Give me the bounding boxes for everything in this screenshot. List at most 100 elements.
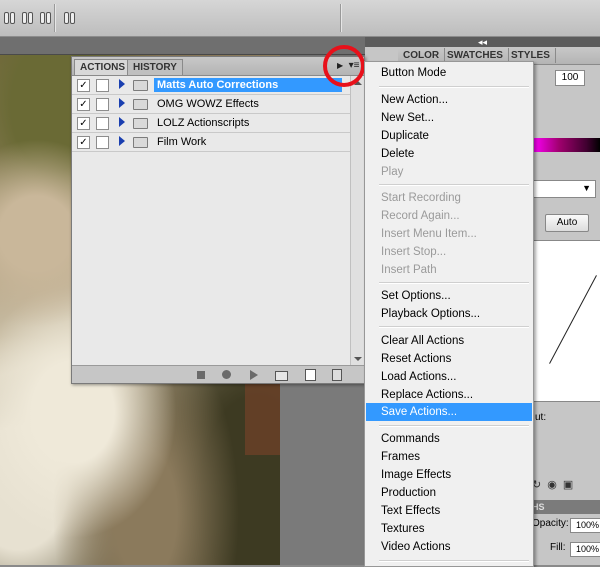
expand-triangle-icon[interactable] bbox=[119, 79, 125, 89]
dialog-toggle[interactable] bbox=[96, 79, 109, 92]
menu-item-reset-actions[interactable]: Reset Actions bbox=[366, 350, 532, 368]
toolbar-divider bbox=[54, 4, 56, 32]
curve-line[interactable] bbox=[549, 275, 597, 364]
opacity-field[interactable]: 100% bbox=[570, 518, 600, 533]
tab-actions[interactable]: ACTIONS bbox=[74, 59, 131, 75]
trash-icon[interactable]: ▣ bbox=[563, 479, 579, 491]
adjustment-footer-icons: ↻◉▣ bbox=[532, 478, 600, 494]
action-set-name[interactable]: Film Work bbox=[154, 135, 209, 149]
menu-item-load-actions[interactable]: Load Actions... bbox=[366, 368, 532, 386]
toggle-checkbox[interactable]: ✓ bbox=[77, 136, 90, 149]
menu-separator bbox=[379, 326, 529, 328]
action-set-name[interactable]: Matts Auto Corrections bbox=[154, 78, 342, 92]
menu-item-clear-all-actions[interactable]: Clear All Actions bbox=[366, 332, 532, 350]
expand-triangle-icon[interactable] bbox=[119, 136, 125, 146]
opacity-row: Opacity: 100% bbox=[532, 518, 600, 534]
menu-item-play: Play bbox=[381, 166, 404, 178]
play-icon[interactable] bbox=[250, 370, 258, 380]
expand-triangle-icon[interactable] bbox=[119, 117, 125, 127]
actions-scrollbar[interactable] bbox=[350, 76, 364, 366]
dialog-toggle[interactable] bbox=[96, 117, 109, 130]
folder-icon bbox=[133, 137, 148, 148]
folder-icon bbox=[133, 99, 148, 110]
menu-item-set-options[interactable]: Set Options... bbox=[366, 287, 532, 305]
expand-triangle-icon[interactable] bbox=[119, 98, 125, 108]
menu-separator bbox=[379, 282, 529, 284]
list-item[interactable]: ✓ Matts Auto Corrections bbox=[72, 76, 350, 95]
document-tab-strip bbox=[0, 37, 370, 55]
menu-item-insert-path: Insert Path bbox=[381, 264, 437, 276]
menu-item-save-actions[interactable]: Save Actions... bbox=[366, 403, 532, 421]
color-ramp[interactable] bbox=[532, 138, 600, 152]
tab-history[interactable]: HISTORY bbox=[127, 59, 183, 75]
tab-paths[interactable]: HS bbox=[532, 500, 600, 514]
menu-separator bbox=[379, 425, 529, 427]
menu-item-video-actions[interactable]: Video Actions bbox=[366, 538, 532, 556]
scroll-down-icon[interactable] bbox=[354, 357, 362, 361]
menu-item-commands[interactable]: Commands bbox=[366, 430, 532, 448]
distribute-icon[interactable] bbox=[64, 10, 76, 24]
actions-flyout-menu: Button Mode New Action... New Set... Dup… bbox=[364, 61, 534, 567]
opacity-label: Opacity: bbox=[532, 518, 569, 529]
color-value-field[interactable]: 100 bbox=[555, 70, 585, 86]
list-item[interactable]: ✓ OMG WOWZ Effects bbox=[72, 95, 350, 114]
dialog-toggle[interactable] bbox=[96, 136, 109, 149]
actions-footer bbox=[72, 365, 364, 383]
curves-graph[interactable] bbox=[532, 240, 600, 402]
align-top-icon[interactable] bbox=[4, 10, 16, 24]
collapse-dock-icon[interactable]: ◂◂ bbox=[365, 37, 600, 47]
menu-item-delete[interactable]: Delete bbox=[366, 145, 532, 163]
menu-item-textures[interactable]: Textures bbox=[366, 520, 532, 538]
folder-icon bbox=[133, 118, 148, 129]
highlight-circle bbox=[323, 45, 365, 87]
align-bottom-icon[interactable] bbox=[40, 10, 52, 24]
fill-label: Fill: bbox=[550, 542, 566, 553]
new-action-icon[interactable] bbox=[305, 369, 316, 381]
menu-separator bbox=[379, 86, 529, 88]
menu-item-button-mode[interactable]: Button Mode bbox=[366, 64, 532, 82]
menu-item-production[interactable]: Production bbox=[366, 484, 532, 502]
visibility-icon[interactable]: ◉ bbox=[547, 479, 563, 491]
adjustment-preset-select[interactable]: ▼ bbox=[532, 180, 596, 198]
toggle-checkbox[interactable]: ✓ bbox=[77, 98, 90, 111]
actions-panel: ACTIONS HISTORY ▶ ▾≡ ✓ Matts Auto Correc… bbox=[71, 56, 365, 384]
menu-item-new-set[interactable]: New Set... bbox=[366, 109, 532, 127]
folder-icon bbox=[133, 80, 148, 91]
menu-item-image-effects[interactable]: Image Effects bbox=[366, 466, 532, 484]
dialog-toggle[interactable] bbox=[96, 98, 109, 111]
record-icon[interactable] bbox=[222, 370, 231, 379]
menu-item-playback-options[interactable]: Playback Options... bbox=[366, 305, 532, 323]
options-bar bbox=[0, 0, 600, 37]
menu-separator bbox=[379, 560, 529, 562]
menu-item-record-again: Record Again... bbox=[381, 210, 460, 222]
list-item[interactable]: ✓ Film Work bbox=[72, 133, 350, 152]
fill-field[interactable]: 100% bbox=[570, 542, 600, 557]
delete-icon[interactable] bbox=[332, 369, 342, 381]
action-set-name[interactable]: OMG WOWZ Effects bbox=[154, 97, 262, 111]
menu-item-insert-menu-item: Insert Menu Item... bbox=[381, 228, 477, 240]
list-item[interactable]: ✓ LOLZ Actionscripts bbox=[72, 114, 350, 133]
new-set-icon[interactable] bbox=[275, 371, 288, 381]
menu-item-frames[interactable]: Frames bbox=[366, 448, 532, 466]
canvas-photo-detail bbox=[245, 375, 285, 455]
auto-button[interactable]: Auto bbox=[545, 214, 589, 232]
refresh-icon[interactable]: ↻ bbox=[532, 479, 547, 491]
align-middle-icon[interactable] bbox=[22, 10, 34, 24]
menu-item-replace-actions[interactable]: Replace Actions... bbox=[366, 386, 532, 404]
toolbar-divider bbox=[340, 4, 342, 32]
fill-row: Fill: 100% bbox=[532, 542, 600, 558]
menu-item-duplicate[interactable]: Duplicate bbox=[366, 127, 532, 145]
chevron-down-icon: ▼ bbox=[582, 183, 591, 193]
menu-item-new-action[interactable]: New Action... bbox=[366, 91, 532, 109]
menu-separator bbox=[379, 184, 529, 186]
menu-item-start-recording: Start Recording bbox=[381, 192, 461, 204]
menu-item-insert-stop: Insert Stop... bbox=[381, 246, 447, 258]
stop-icon[interactable] bbox=[197, 371, 205, 379]
actions-list: ✓ Matts Auto Corrections ✓ OMG WOWZ Effe… bbox=[72, 76, 364, 366]
output-label: ut: bbox=[535, 412, 547, 423]
actions-panel-tabs: ACTIONS HISTORY ▶ ▾≡ bbox=[72, 57, 364, 76]
action-set-name[interactable]: LOLZ Actionscripts bbox=[154, 116, 252, 130]
toggle-checkbox[interactable]: ✓ bbox=[77, 79, 90, 92]
toggle-checkbox[interactable]: ✓ bbox=[77, 117, 90, 130]
menu-item-text-effects[interactable]: Text Effects bbox=[366, 502, 532, 520]
